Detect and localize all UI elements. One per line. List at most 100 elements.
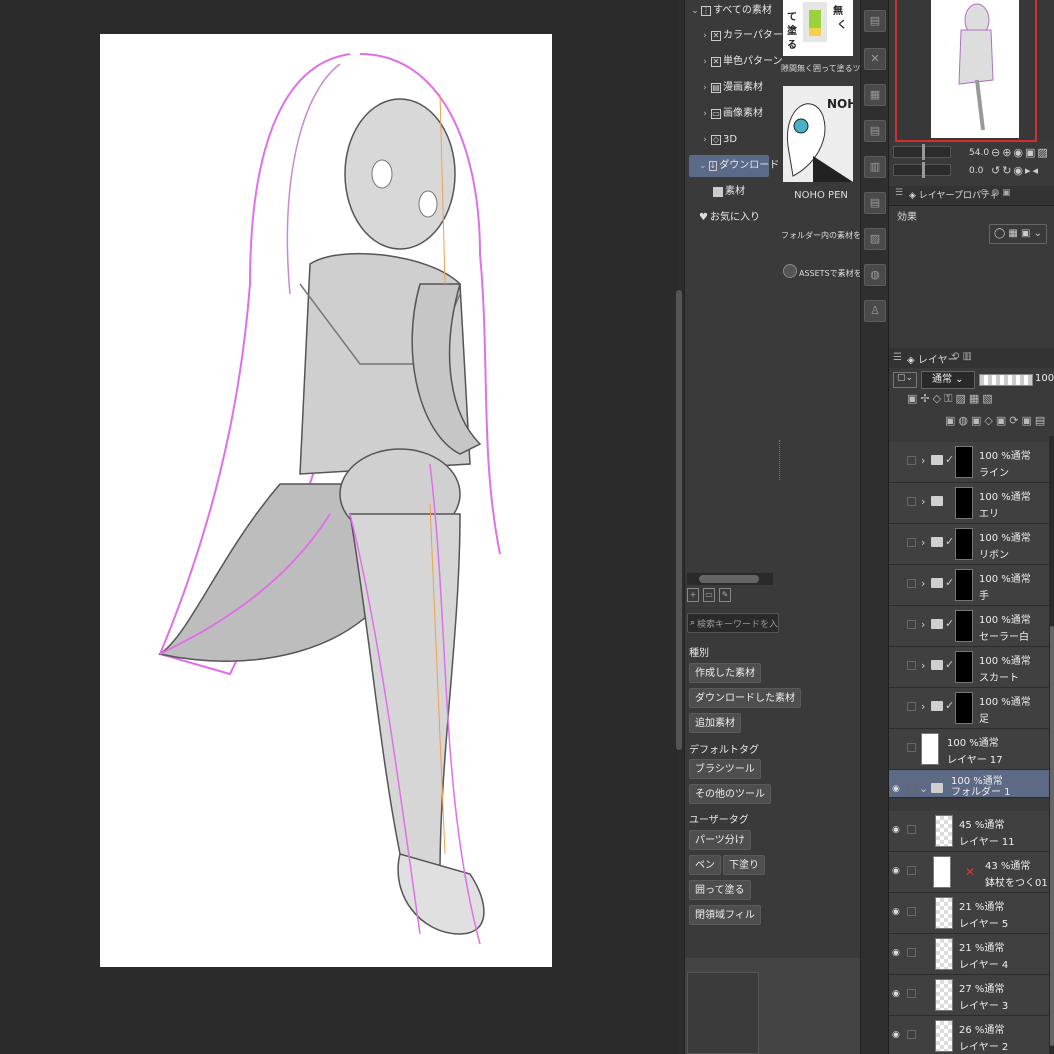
tag-button-base-paint[interactable]: 下塗り bbox=[723, 855, 765, 875]
lock-toggle[interactable] bbox=[907, 456, 916, 465]
layer-tab-icons[interactable]: ⟲ ▥ bbox=[951, 351, 972, 362]
tree-item-all-materials[interactable]: ⌄ ⋮ すべての素材 bbox=[691, 0, 772, 22]
collapse-icon[interactable]: ⌄ bbox=[919, 782, 928, 795]
panel-icon-3[interactable]: ▦ bbox=[864, 84, 886, 106]
material-search-input[interactable]: ⌕ 検索キーワードを入... bbox=[687, 613, 779, 633]
layer-row[interactable]: › 100 %通常 エリ bbox=[889, 483, 1049, 524]
layer-row[interactable]: ◉ 21 %通常 レイヤー 5 bbox=[889, 893, 1049, 934]
expand-icon[interactable]: › bbox=[921, 618, 925, 631]
layer-row[interactable]: › ✓ 100 %通常足 bbox=[889, 688, 1049, 729]
zoom-slider[interactable] bbox=[893, 144, 951, 160]
eye-icon[interactable]: ◉ bbox=[892, 989, 902, 999]
lock-toggle[interactable] bbox=[907, 661, 916, 670]
panel-icon-4[interactable]: ▤ bbox=[864, 120, 886, 142]
tree-item-download[interactable]: ⌄ ↓ ダウンロード bbox=[689, 155, 779, 177]
layer-row[interactable]: 100 %通常 レイヤー 17 bbox=[889, 729, 1049, 770]
rotation-buttons[interactable]: ↺↻◉▸◂ bbox=[991, 164, 1040, 177]
lock-toggle[interactable] bbox=[907, 538, 916, 547]
expand-icon[interactable]: › bbox=[921, 536, 925, 549]
panel-menu-icon[interactable]: ☰ bbox=[893, 352, 902, 363]
layer-tools-row-1[interactable]: ▣✢◇⚿▨▦▧ bbox=[889, 392, 1054, 412]
eye-icon[interactable]: ◉ bbox=[892, 1030, 902, 1040]
lock-toggle[interactable] bbox=[907, 1030, 916, 1039]
layer-row[interactable]: › ✓ 100 %通常手 bbox=[889, 565, 1049, 606]
panel-icon-9[interactable]: ♙ bbox=[864, 300, 886, 322]
tree-item-3d[interactable]: › ◇ 3D bbox=[701, 129, 737, 151]
type-button-downloaded[interactable]: ダウンロードした素材 bbox=[689, 688, 801, 708]
eye-icon[interactable]: ◉ bbox=[892, 825, 902, 835]
layer-row[interactable]: ◉ 26 %通常 レイヤー 2 bbox=[889, 1016, 1049, 1054]
lock-toggle[interactable] bbox=[907, 825, 916, 834]
tree-horizontal-scrollbar[interactable] bbox=[687, 573, 773, 585]
lock-toggle[interactable] bbox=[907, 866, 916, 875]
layer-row[interactable]: ◉ 21 %通常 レイヤー 4 bbox=[889, 934, 1049, 975]
eye-icon[interactable]: ◉ bbox=[892, 866, 902, 876]
layer-row[interactable]: ◉ 45 %通常 レイヤー 11 bbox=[889, 811, 1049, 852]
layer-row[interactable]: › ✓ 100 %通常 スカート bbox=[889, 647, 1049, 688]
tag-button-other-tools[interactable]: その他のツール bbox=[689, 784, 771, 804]
tree-item-color-pattern[interactable]: › ✕ カラーパターン bbox=[701, 25, 792, 47]
expand-icon[interactable]: › bbox=[921, 495, 925, 508]
layer-color-select[interactable]: ▢⌄ bbox=[893, 372, 917, 388]
edit-icon[interactable]: ✎ bbox=[719, 588, 731, 602]
new-folder-icon[interactable]: + bbox=[687, 588, 699, 602]
tag-button-parts[interactable]: パーツ分け bbox=[689, 830, 751, 850]
panel-menu-icon[interactable]: ☰ bbox=[895, 188, 903, 204]
tag-button-pen[interactable]: ペン bbox=[689, 855, 721, 875]
lock-toggle[interactable] bbox=[907, 579, 916, 588]
panel-icon-1[interactable]: ▤ bbox=[864, 10, 886, 32]
material-thumb-noho-pen[interactable]: NOHO PEN bbox=[783, 86, 853, 182]
eye-icon[interactable]: ◉ bbox=[892, 784, 902, 794]
eye-icon[interactable]: ◉ bbox=[892, 948, 902, 958]
effect-buttons[interactable]: ◯ ▦ ▣ ⌄ bbox=[989, 224, 1047, 244]
panel-icon-7[interactable]: ▨ bbox=[864, 228, 886, 250]
tag-button-closed-area-fill[interactable]: 閉領域フィル bbox=[689, 905, 761, 925]
tree-item-favorites[interactable]: ♥ お気に入り bbox=[699, 207, 760, 229]
tree-item-image-material[interactable]: › ▭ 画像素材 bbox=[701, 103, 763, 125]
mask-disabled-icon[interactable]: ✕ bbox=[965, 866, 977, 878]
panel-icon-2[interactable]: ✕ bbox=[864, 48, 886, 70]
navigator-view-frame[interactable] bbox=[895, 0, 1037, 142]
tree-item-material-folder[interactable]: 素材 bbox=[713, 181, 745, 203]
canvas-area[interactable] bbox=[0, 0, 678, 1054]
layer-tools-row-2[interactable]: ▣◍▣◇▣⟳▣▤ bbox=[889, 414, 1054, 434]
layer-row[interactable]: ◉ ⌄ 100 %通常 フォルダー 1 bbox=[889, 770, 1049, 798]
paste-icon[interactable]: ▭ bbox=[703, 588, 715, 602]
lock-toggle[interactable] bbox=[907, 620, 916, 629]
expand-icon[interactable]: › bbox=[921, 659, 925, 672]
blend-mode-select[interactable]: 通常 ⌄ bbox=[921, 371, 975, 389]
tab-layer[interactable]: ◈ レイヤー bbox=[907, 351, 958, 366]
lock-toggle[interactable] bbox=[907, 743, 916, 752]
zoom-buttons[interactable]: ⊖⊕◉▣▨ bbox=[991, 146, 1050, 159]
lock-toggle[interactable] bbox=[907, 497, 916, 506]
tab-icons[interactable]: ⟳ ◍ ▣ bbox=[981, 188, 1011, 204]
lock-toggle[interactable] bbox=[907, 948, 916, 957]
layer-row[interactable]: › ✓ 100 %通常 リボン bbox=[889, 524, 1049, 565]
layer-row[interactable]: ◉ 27 %通常 レイヤー 3 bbox=[889, 975, 1049, 1016]
lock-toggle[interactable] bbox=[907, 702, 916, 711]
artboard-canvas[interactable] bbox=[100, 34, 552, 967]
lock-toggle[interactable] bbox=[907, 989, 916, 998]
expand-icon[interactable]: › bbox=[921, 700, 925, 713]
eye-icon[interactable]: ◉ bbox=[892, 907, 902, 917]
tree-item-mono-pattern[interactable]: › ✕ 単色パターン bbox=[701, 51, 783, 73]
tree-item-manga-material[interactable]: › ▤ 漫画素材 bbox=[701, 77, 763, 99]
tag-button-brush-tool[interactable]: ブラシツール bbox=[689, 759, 761, 779]
type-button-added[interactable]: 追加素材 bbox=[689, 713, 741, 733]
layer-list-scrollbar[interactable] bbox=[1049, 436, 1054, 1054]
panel-icon-5[interactable]: ▥ bbox=[864, 156, 886, 178]
expand-icon[interactable]: › bbox=[921, 454, 925, 467]
tag-button-enclose-fill[interactable]: 囲って塗る bbox=[689, 880, 751, 900]
lock-toggle[interactable] bbox=[907, 784, 916, 793]
layer-row[interactable]: ◉ ✕ 43 %通常 鉢杖をつく01 bbox=[889, 852, 1049, 893]
opacity-slider[interactable] bbox=[979, 374, 1033, 386]
panel-resize-handle[interactable] bbox=[779, 440, 781, 480]
material-thumb-fill-tool[interactable]: て 塗 る 無 く bbox=[783, 0, 853, 56]
layer-row[interactable]: › ✓ 100 %通常 セーラー白 bbox=[889, 606, 1049, 647]
opacity-value[interactable]: 100 bbox=[1035, 373, 1054, 384]
rotation-slider[interactable] bbox=[893, 162, 951, 178]
panel-icon-6[interactable]: ▤ bbox=[864, 192, 886, 214]
expand-icon[interactable]: › bbox=[921, 577, 925, 590]
layer-row[interactable]: › ✓ 100 %通常 ライン bbox=[889, 442, 1049, 483]
type-button-created[interactable]: 作成した素材 bbox=[689, 663, 761, 683]
